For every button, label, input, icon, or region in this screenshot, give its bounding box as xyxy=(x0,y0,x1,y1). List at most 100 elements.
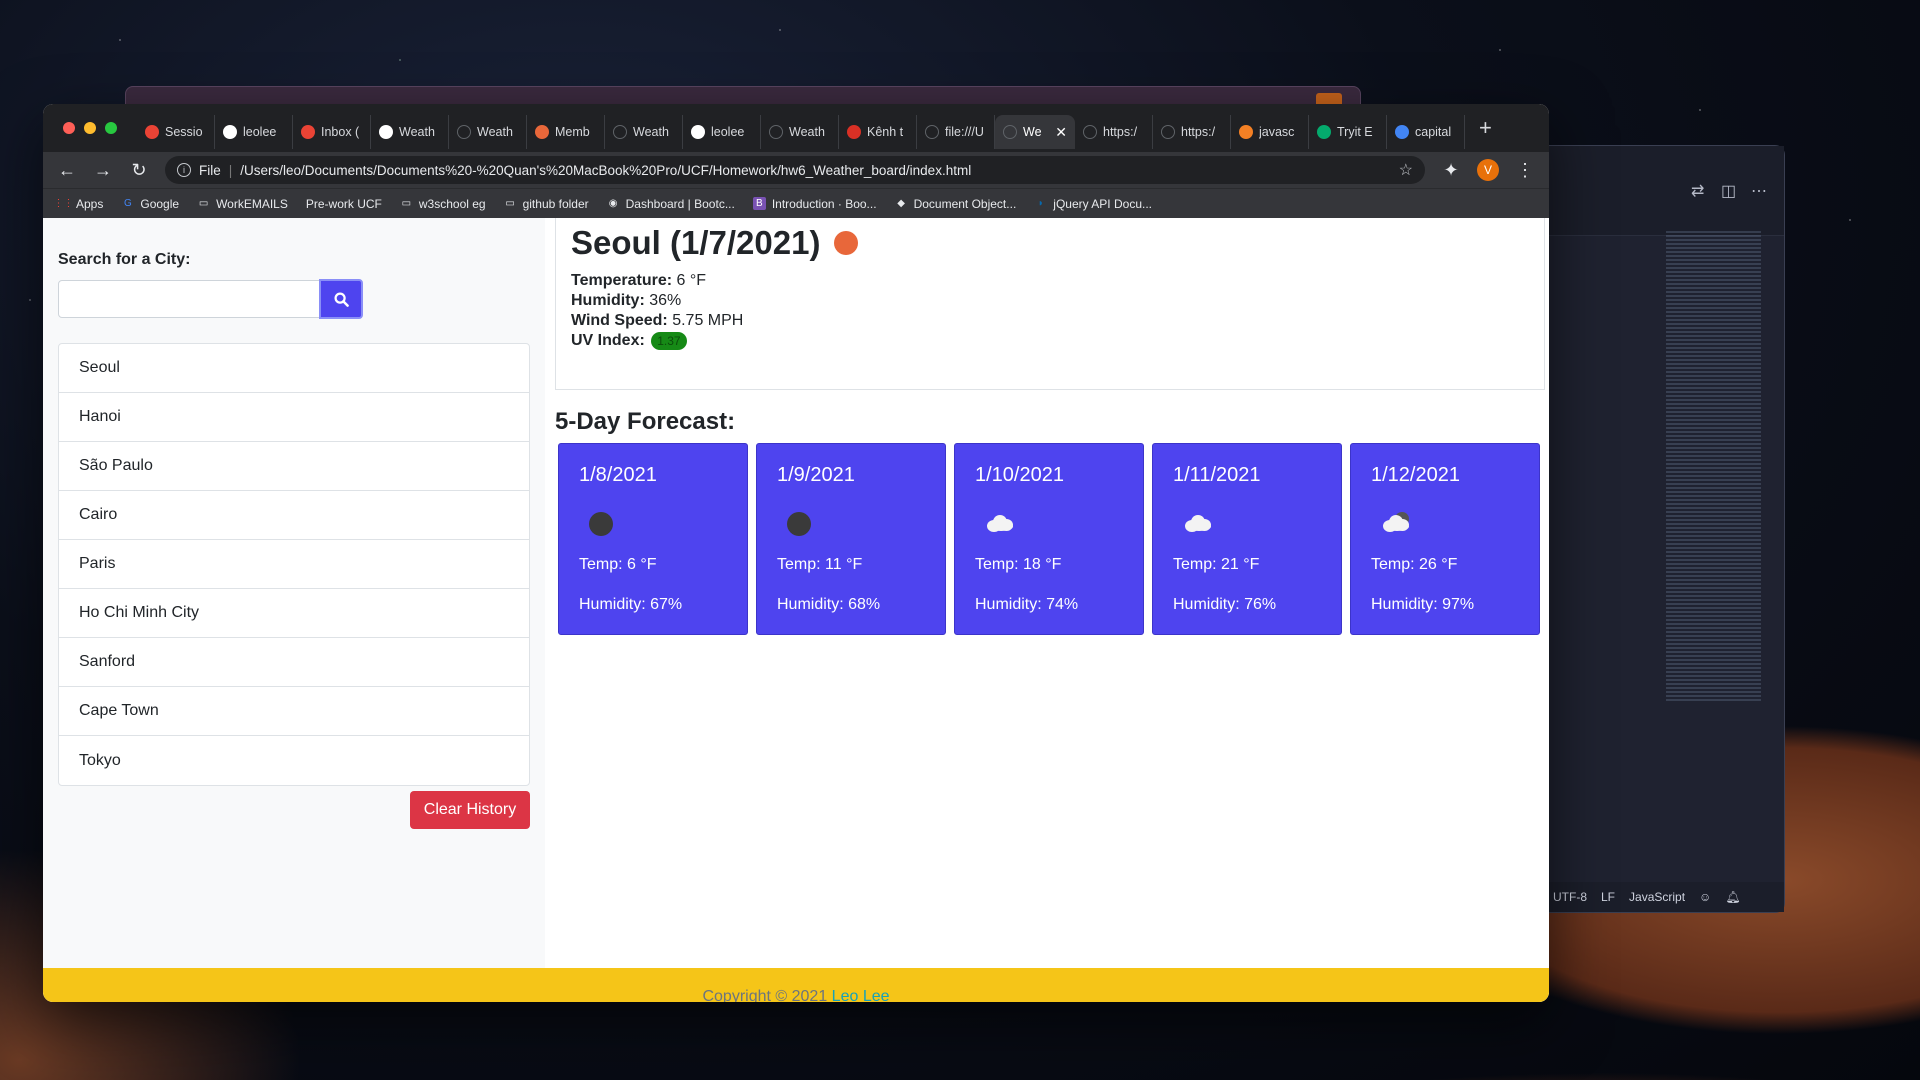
forecast-date: 1/9/2021 xyxy=(777,464,855,486)
globe-icon xyxy=(1161,125,1175,139)
status-language[interactable]: JavaScript xyxy=(1629,890,1685,904)
tab[interactable]: Inbox ( xyxy=(293,115,371,149)
tab[interactable]: Weath xyxy=(761,115,839,149)
tab-title: leolee xyxy=(243,125,277,139)
history-city-item[interactable]: Cairo xyxy=(59,491,529,540)
history-city-item[interactable]: Hanoi xyxy=(59,393,529,442)
background-code-editor[interactable]: ⇄ ◫ ⋯ UTF-8 LF JavaScript ☺ 🔔︎ xyxy=(1540,145,1785,913)
humidity-stat: Humidity: 36% xyxy=(571,292,681,310)
folder-icon: ▭ xyxy=(198,198,209,209)
history-city-item[interactable]: Sanford xyxy=(59,638,529,687)
dark-circle-icon xyxy=(589,512,617,536)
tab-title: Memb xyxy=(555,125,590,139)
tab[interactable]: leolee xyxy=(683,115,761,149)
tab-title: Tryit E xyxy=(1337,125,1373,139)
search-button[interactable] xyxy=(319,279,363,319)
gmail-icon xyxy=(301,125,315,139)
bookmark-item[interactable]: ▭ github folder xyxy=(504,197,588,211)
status-encoding[interactable]: UTF-8 xyxy=(1553,890,1587,904)
scheme-label: File xyxy=(199,162,221,178)
broken-clouds-icon xyxy=(1381,512,1409,534)
apps-grid-icon: ⋮⋮ xyxy=(53,198,74,209)
forecast-cards: 1/8/2021 Temp: 6 °F Humidity: 67% 1/9/2021 T… xyxy=(558,443,1540,635)
bookmark-item[interactable]: B Introduction · Boo... xyxy=(752,197,877,211)
site-info-icon[interactable]: i xyxy=(177,163,191,177)
tab[interactable]: leolee xyxy=(215,115,293,149)
source-control-icon[interactable]: ⇄ xyxy=(1691,181,1704,201)
bookmark-item[interactable]: ⋮⋮ Apps xyxy=(53,197,104,211)
uv-index-badge: 1.37 xyxy=(651,332,687,350)
split-editor-icon[interactable]: ◫ xyxy=(1721,181,1736,201)
tab[interactable]: Weath xyxy=(449,115,527,149)
close-window-button[interactable] xyxy=(63,122,75,134)
forward-arrow-icon[interactable]: → xyxy=(93,160,113,181)
tab[interactable]: Memb xyxy=(527,115,605,149)
tab[interactable]: Tryit E xyxy=(1309,115,1387,149)
history-city-item[interactable]: Cape Town xyxy=(59,687,529,736)
close-tab-icon[interactable]: ✕ xyxy=(1055,124,1067,141)
tab[interactable]: https:/ xyxy=(1075,115,1153,149)
editor-minimap[interactable] xyxy=(1666,231,1761,701)
folder-icon: ▭ xyxy=(401,198,412,209)
uv-index-label: UV Index: xyxy=(571,332,645,349)
tab-strip: Sessio leolee Inbox (Weath Weath Memb Weath le… xyxy=(43,104,1549,152)
status-line-ending[interactable]: LF xyxy=(1601,890,1615,904)
forecast-temp: Temp: 6 °F xyxy=(579,556,657,573)
bookmark-item[interactable]: ◗ jQuery API Docu... xyxy=(1034,197,1152,211)
profile-avatar[interactable]: V xyxy=(1477,159,1499,181)
bookmark-star-icon[interactable]: ☆ xyxy=(1399,160,1413,180)
bookmark-item[interactable]: ▭ w3school eg xyxy=(400,197,486,211)
globe-icon xyxy=(925,125,939,139)
history-city-item[interactable]: São Paulo xyxy=(59,442,529,491)
browser-menu-icon[interactable]: ⋮ xyxy=(1515,160,1535,181)
tab[interactable]: Weath xyxy=(371,115,449,149)
back-arrow-icon[interactable]: ← xyxy=(57,160,77,181)
tab-title: Kênh t xyxy=(867,125,904,139)
tab[interactable]: Kênh t xyxy=(839,115,917,149)
history-city-item[interactable]: Paris xyxy=(59,540,529,589)
bookmark-item[interactable]: ▭ WorkEMAILS xyxy=(197,197,288,211)
notifications-icon[interactable]: 🔔︎ xyxy=(1725,890,1740,904)
maximize-window-button[interactable] xyxy=(105,122,117,134)
address-bar[interactable]: i File | /Users/leo/Documents/Documents%… xyxy=(165,156,1425,184)
tab[interactable]: capital xyxy=(1387,115,1465,149)
url-text[interactable]: /Users/leo/Documents/Documents%20-%20Qua… xyxy=(240,163,1390,178)
tab-title: capital xyxy=(1415,125,1452,139)
globe-icon: ◉ xyxy=(608,198,618,209)
clear-history-button[interactable]: Clear History xyxy=(410,791,530,829)
humidity-label: Humidity: xyxy=(571,292,645,309)
feedback-icon[interactable]: ☺ xyxy=(1699,890,1711,904)
reload-icon[interactable]: ↻ xyxy=(129,160,149,181)
tab[interactable]: https:/ xyxy=(1153,115,1231,149)
window-controls xyxy=(43,122,137,134)
humidity-value: 36% xyxy=(649,292,682,309)
bookmark-label: Pre-work UCF xyxy=(305,196,382,211)
tab-title: leolee xyxy=(711,125,745,139)
extensions-puzzle-icon[interactable]: ✦ xyxy=(1441,160,1461,181)
current-weather-card: Seoul (1/7/2021) Temperature: 6 °F Humid… xyxy=(555,218,1545,390)
tab-title: https:/ xyxy=(1181,125,1216,139)
history-city-item[interactable]: Tokyo xyxy=(59,736,529,785)
tab[interactable]: file:///U xyxy=(917,115,995,149)
bookmark-item[interactable]: G Google xyxy=(121,197,179,211)
new-tab-button[interactable]: + xyxy=(1479,115,1492,141)
author-link[interactable]: Leo Lee xyxy=(832,988,890,1002)
tab-active[interactable]: We ✕ xyxy=(995,115,1075,149)
history-city-item[interactable]: Ho Chi Minh City xyxy=(59,589,529,638)
more-actions-icon[interactable]: ⋯ xyxy=(1751,181,1767,201)
minimize-window-button[interactable] xyxy=(84,122,96,134)
bookmark-item[interactable]: ◆ Document Object... xyxy=(895,197,1016,211)
wind-speed-value: 5.75 MPH xyxy=(672,312,744,329)
temperature-value: 6 °F xyxy=(676,272,707,289)
city-search-input[interactable] xyxy=(58,280,320,318)
bookmark-item[interactable]: ◉ Dashboard | Bootc... xyxy=(607,197,735,211)
tab[interactable]: javasc xyxy=(1231,115,1309,149)
tab[interactable]: Weath xyxy=(605,115,683,149)
history-city-item[interactable]: Seoul xyxy=(59,344,529,393)
bookmark-item[interactable]: Pre-work UCF xyxy=(306,197,382,211)
tab[interactable]: Sessio xyxy=(137,115,215,149)
member-icon xyxy=(535,125,549,139)
browser-window: Sessio leolee Inbox (Weath Weath Memb Weath le… xyxy=(43,104,1549,1002)
forecast-humidity: Humidity: 68% xyxy=(777,596,881,613)
forecast-heading: 5-Day Forecast: xyxy=(555,408,736,435)
